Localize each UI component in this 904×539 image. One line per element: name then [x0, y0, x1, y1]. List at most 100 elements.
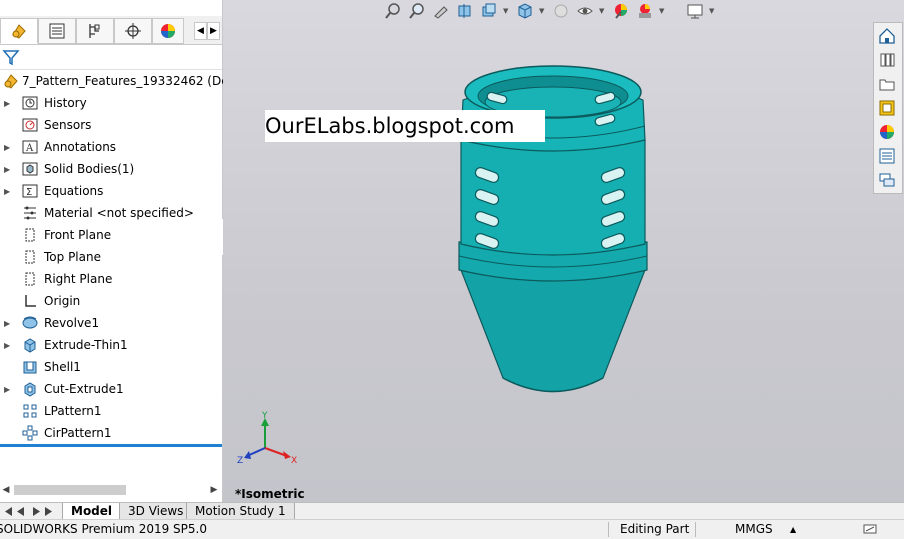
rollback-bar[interactable]	[0, 444, 222, 447]
reference-triad[interactable]: Y X Z	[233, 408, 303, 468]
configuration-manager-icon	[89, 24, 100, 38]
expand-arrow-icon[interactable]: ▶	[4, 385, 12, 394]
prev-tab-icon	[17, 507, 24, 516]
tree-item-shell1[interactable]: Shell1	[0, 356, 222, 378]
svg-text:A: A	[25, 143, 34, 154]
tree-item-equations[interactable]: ▶ Σ Equations	[0, 180, 222, 202]
status-divider	[695, 522, 696, 537]
scroll-right-icon[interactable]: ▶	[207, 22, 220, 40]
section-view-icon[interactable]	[455, 1, 475, 21]
tree-item-lpattern1[interactable]: LPattern1	[0, 400, 222, 422]
first-tab-icon	[5, 507, 12, 516]
tab-property-manager[interactable]	[38, 18, 76, 44]
tree-item-annotations[interactable]: ▶ A Annotations	[0, 136, 222, 158]
expand-arrow-icon[interactable]: ▶	[4, 319, 12, 328]
heads-up-view-toolbar: ▼ ▼ ▼ ▼ ▼	[383, 0, 803, 22]
unit-system[interactable]: MMGS	[735, 522, 773, 536]
custom-properties-icon[interactable]	[876, 145, 898, 167]
triad-x-label: X	[291, 456, 297, 466]
horizontal-scrollbar[interactable]: ◀ ▶	[0, 483, 222, 497]
tab-configuration-manager[interactable]	[76, 18, 114, 44]
tree-item-extrude-thin1[interactable]: ▶ Extrude-Thin1	[0, 334, 222, 356]
triad-z-label: Z	[237, 456, 243, 466]
scroll-left-icon[interactable]: ◀	[194, 22, 207, 40]
tree-item-cut-extrude1[interactable]: ▶ Cut-Extrude1	[0, 378, 222, 400]
file-explorer-icon[interactable]	[876, 73, 898, 95]
tree-item-cirpattern1[interactable]: CirPattern1	[0, 422, 222, 444]
tab-motion-study-1[interactable]: Motion Study 1	[186, 503, 295, 520]
previous-view-icon[interactable]	[431, 1, 451, 21]
feature-manager-panel: ◀ ▶ 7_Pattern_Features_19332462 (Default…	[0, 0, 256, 502]
zoom-to-fit-icon[interactable]	[383, 1, 403, 21]
tree-item-label: Cut-Extrude1	[44, 382, 124, 396]
tree-item-label: Top Plane	[44, 250, 101, 264]
design-library-icon[interactable]	[876, 49, 898, 71]
tab-dimxpert-manager[interactable]	[114, 18, 152, 44]
edit-appearance-icon[interactable]	[611, 1, 631, 21]
apply-scene-icon[interactable]	[635, 1, 655, 21]
scrollbar-thumb[interactable]	[14, 485, 126, 495]
plane-icon	[21, 270, 39, 288]
display-style-icon[interactable]	[551, 1, 571, 21]
home-icon[interactable]	[876, 25, 898, 47]
scroll-right-icon[interactable]: ▶	[208, 483, 220, 497]
editing-mode: Editing Part	[620, 522, 690, 536]
cut-extrude-icon	[21, 380, 39, 398]
tab-scroll-buttons: ◀ ▶	[194, 22, 220, 40]
expand-arrow-icon[interactable]: ▶	[4, 187, 12, 196]
annotations-icon: A	[21, 138, 39, 156]
tab-display-manager[interactable]	[152, 18, 184, 44]
view-settings-icon[interactable]	[685, 1, 705, 21]
view-palette-icon[interactable]	[876, 97, 898, 119]
tree-item-label: Front Plane	[44, 228, 112, 242]
zoom-to-area-icon[interactable]	[407, 1, 427, 21]
tree-item-revolve1[interactable]: ▶ Revolve1	[0, 312, 222, 334]
tree-item-front-plane[interactable]: Front Plane	[0, 224, 222, 246]
appearances-icon[interactable]	[876, 121, 898, 143]
chevron-down-icon[interactable]: ▼	[503, 7, 511, 15]
scroll-left-icon[interactable]: ◀	[0, 483, 12, 497]
tab-feature-manager[interactable]	[0, 18, 38, 44]
view-orientation-label: *Isometric	[235, 487, 305, 501]
feature-manager-icon	[12, 24, 26, 39]
dynamic-annotation-icon[interactable]	[479, 1, 499, 21]
status-divider	[608, 522, 609, 537]
rebuild-status-icon[interactable]	[862, 522, 878, 536]
chevron-down-icon[interactable]: ▼	[709, 7, 717, 15]
tree-root-part[interactable]: 7_Pattern_Features_19332462 (Default	[0, 70, 256, 92]
tree-item-right-plane[interactable]: Right Plane	[0, 268, 222, 290]
plane-icon	[21, 226, 39, 244]
task-pane-tabs	[873, 22, 903, 194]
expand-arrow-icon[interactable]: ▶	[4, 341, 12, 350]
filter-icon[interactable]	[2, 48, 20, 66]
tab-3d-views[interactable]: 3D Views	[119, 503, 193, 520]
chevron-up-icon[interactable]: ▲	[790, 525, 796, 534]
filter-row	[0, 45, 222, 70]
status-bar: SOLIDWORKS Premium 2019 SP5.0 Editing Pa…	[0, 519, 904, 539]
last-tab-icon	[45, 507, 52, 516]
tab-model[interactable]: Model	[62, 503, 122, 520]
tree-item-history[interactable]: ▶ History	[0, 92, 222, 114]
forum-icon[interactable]	[876, 169, 898, 191]
tree-item-label: Origin	[44, 294, 81, 308]
view-orientation-icon[interactable]	[515, 1, 535, 21]
tab-navigation-arrows[interactable]	[4, 506, 60, 517]
chevron-down-icon[interactable]: ▼	[539, 7, 547, 15]
feature-tree: 7_Pattern_Features_19332462 (Default ▶ H…	[0, 70, 256, 445]
expand-arrow-icon[interactable]: ▶	[4, 143, 12, 152]
chevron-down-icon[interactable]: ▼	[659, 7, 667, 15]
tree-item-sensors[interactable]: Sensors	[0, 114, 222, 136]
expand-arrow-icon[interactable]: ▶	[4, 99, 12, 108]
tree-item-material[interactable]: Material <not specified>	[0, 202, 222, 224]
tree-item-label: Revolve1	[44, 316, 100, 330]
origin-icon	[21, 292, 39, 310]
tree-item-origin[interactable]: Origin	[0, 290, 222, 312]
tree-item-label: Annotations	[44, 140, 117, 154]
tree-item-solid-bodies[interactable]: ▶ Solid Bodies(1)	[0, 158, 222, 180]
expand-arrow-icon[interactable]: ▶	[4, 165, 12, 174]
graphics-area[interactable]: ▼ ▼ ▼ ▼ ▼ OurELabs.blogspot.com Y X Z *I…	[223, 0, 904, 502]
chevron-down-icon[interactable]: ▼	[599, 7, 607, 15]
tree-item-top-plane[interactable]: Top Plane	[0, 246, 222, 268]
hide-show-icon[interactable]	[575, 1, 595, 21]
equations-icon: Σ	[21, 182, 39, 200]
